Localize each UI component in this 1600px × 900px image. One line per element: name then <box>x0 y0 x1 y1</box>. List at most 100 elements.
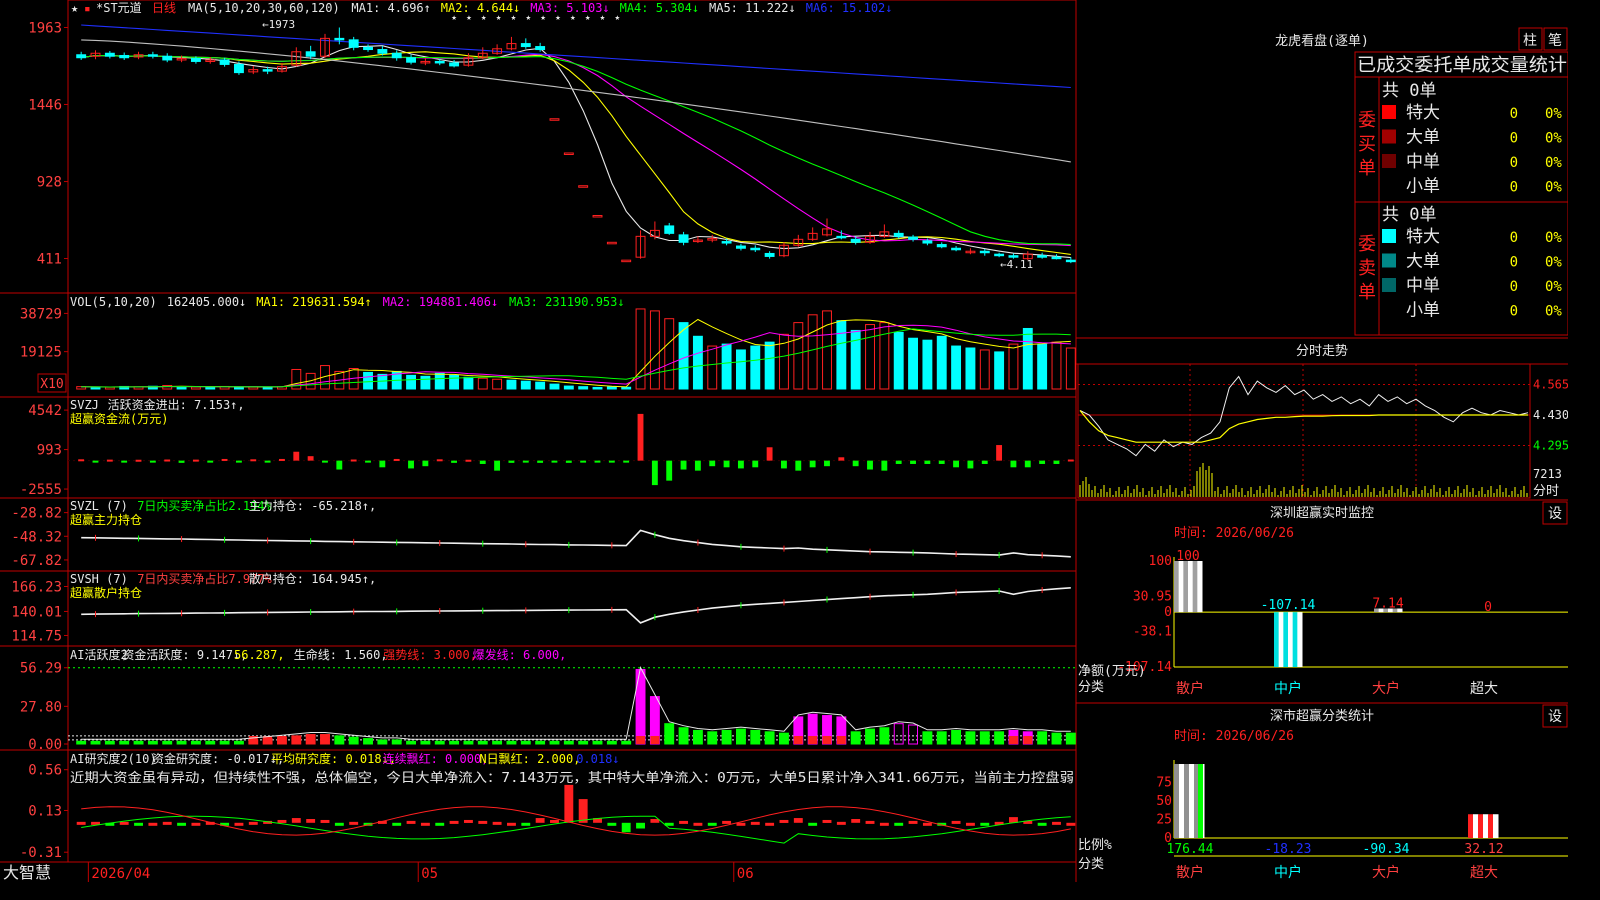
flow-bar <box>451 460 457 463</box>
activity-bar <box>606 740 617 745</box>
indicator-header-item: VOL(5,10,20) <box>70 295 157 309</box>
candle-body <box>520 43 531 48</box>
limit-star-icon: ★ <box>496 13 502 23</box>
flow-bar <box>350 459 357 462</box>
indicator-header-item: 活跃资金进出: 7.153↑, <box>108 397 245 412</box>
y-tick-label: 0.00 <box>28 737 62 753</box>
research-bar <box>119 821 129 825</box>
research-bar <box>306 819 316 823</box>
research-bar <box>406 820 416 824</box>
flow-bar <box>379 460 386 468</box>
research-bar <box>248 821 258 825</box>
group-label-char: 委 <box>1358 234 1376 255</box>
flow-bar <box>121 460 128 463</box>
group-label-char: 单 <box>1358 158 1376 179</box>
candle-body <box>348 39 359 48</box>
research-bar <box>578 799 588 823</box>
row-pct: 0% <box>1545 304 1562 320</box>
research-bar <box>177 822 187 826</box>
flow-bar <box>781 460 787 469</box>
intraday-ylabel: 4.565 <box>1533 377 1568 391</box>
activity-bar <box>922 731 933 745</box>
research-bar <box>1052 821 1061 825</box>
flow-bar <box>393 458 400 461</box>
flow-bar <box>250 459 257 462</box>
flow-bar <box>336 460 343 470</box>
row-count: 0 <box>1510 255 1518 271</box>
star-icon[interactable]: ★ <box>71 1 78 15</box>
activity-bar <box>506 740 517 745</box>
stock-chart-window[interactable]: 1963 1446 928 411 MA(5,10,20,30,60,120) MA1: … <box>0 0 1568 882</box>
research-bar <box>478 820 488 824</box>
volume-bar <box>621 386 632 390</box>
bar-stripe <box>1274 612 1280 667</box>
activity-base <box>636 736 645 744</box>
candle-body <box>836 235 847 239</box>
activity-bar <box>965 731 976 745</box>
flow-bar <box>422 460 429 467</box>
flow-bar <box>867 460 873 470</box>
research-bar <box>291 818 301 823</box>
legend-swatch <box>1382 278 1396 292</box>
period-label[interactable]: 日线 <box>152 1 176 15</box>
research-bar <box>879 822 889 826</box>
flow-bar <box>1053 460 1060 464</box>
y-tick-label: -28.82 <box>11 506 62 522</box>
activity-bar <box>520 740 531 745</box>
flow-bar <box>996 445 1003 461</box>
indicator-header-item: MA(5,10,20,30,60,120) <box>188 1 340 15</box>
flow-bar <box>967 460 974 469</box>
candle-body <box>936 244 947 248</box>
row-name: 大单 <box>1406 252 1440 272</box>
flow-bar <box>221 458 228 461</box>
indicator-header-item: 生命线: 1.560, <box>294 647 388 662</box>
row-name: 中单 <box>1406 276 1440 296</box>
flow-bar <box>924 460 931 464</box>
research-bar <box>922 822 932 826</box>
intraday-title: 分时走势 <box>1296 343 1348 359</box>
research-bar <box>535 818 545 823</box>
candle-body <box>262 69 273 72</box>
y-tick-label: -2555 <box>20 482 62 498</box>
research-bar <box>621 822 631 833</box>
indicator-header-item: 资金活跃度: 9.147↓, <box>122 647 247 662</box>
bar-value-label: -107.14 <box>1261 598 1316 613</box>
y-tick-label: -67.82 <box>11 553 62 569</box>
y-tick-label: 4542 <box>28 403 62 419</box>
y-tick-label: 1963 <box>28 21 62 37</box>
activity-base <box>320 736 330 744</box>
research-bar <box>507 822 516 826</box>
flow-bar <box>637 413 644 461</box>
flow-bar <box>307 456 314 461</box>
activity-bar <box>578 740 589 745</box>
indicator-header-item: AI研究度2(10) <box>70 751 157 766</box>
y-tick-label: 928 <box>37 175 62 191</box>
limit-star-icon: ★ <box>511 13 517 23</box>
research-bar <box>679 820 689 824</box>
flow-bar <box>1024 460 1031 468</box>
indicator-header-item: MA1: 219631.594↑ <box>256 295 372 309</box>
activity-bar <box>334 735 345 745</box>
activity-bar <box>449 740 460 745</box>
indicator-header-item: 爆发线: 6.000, <box>473 647 567 662</box>
volume-bar <box>363 371 373 390</box>
activity-bar <box>190 740 201 745</box>
research-bar <box>750 821 760 825</box>
research-bar <box>162 821 172 825</box>
candle-body <box>764 252 775 257</box>
row-pct: 0% <box>1545 255 1562 271</box>
monitor-title: 深圳超赢实时监控 <box>1270 505 1374 521</box>
flow-bar <box>981 460 988 464</box>
flow-bar <box>910 460 916 464</box>
research-bar <box>707 822 717 826</box>
flow-bar <box>723 460 730 468</box>
research-bar <box>808 822 818 826</box>
activity-bar <box>936 731 947 745</box>
row-count: 0 <box>1510 155 1518 171</box>
bar-value-label: -90.34 <box>1363 842 1410 857</box>
candle-body <box>406 57 417 63</box>
legend-swatch <box>1382 302 1396 317</box>
research-bar <box>779 819 789 823</box>
candle-body <box>190 57 201 62</box>
research-bar <box>636 822 645 829</box>
